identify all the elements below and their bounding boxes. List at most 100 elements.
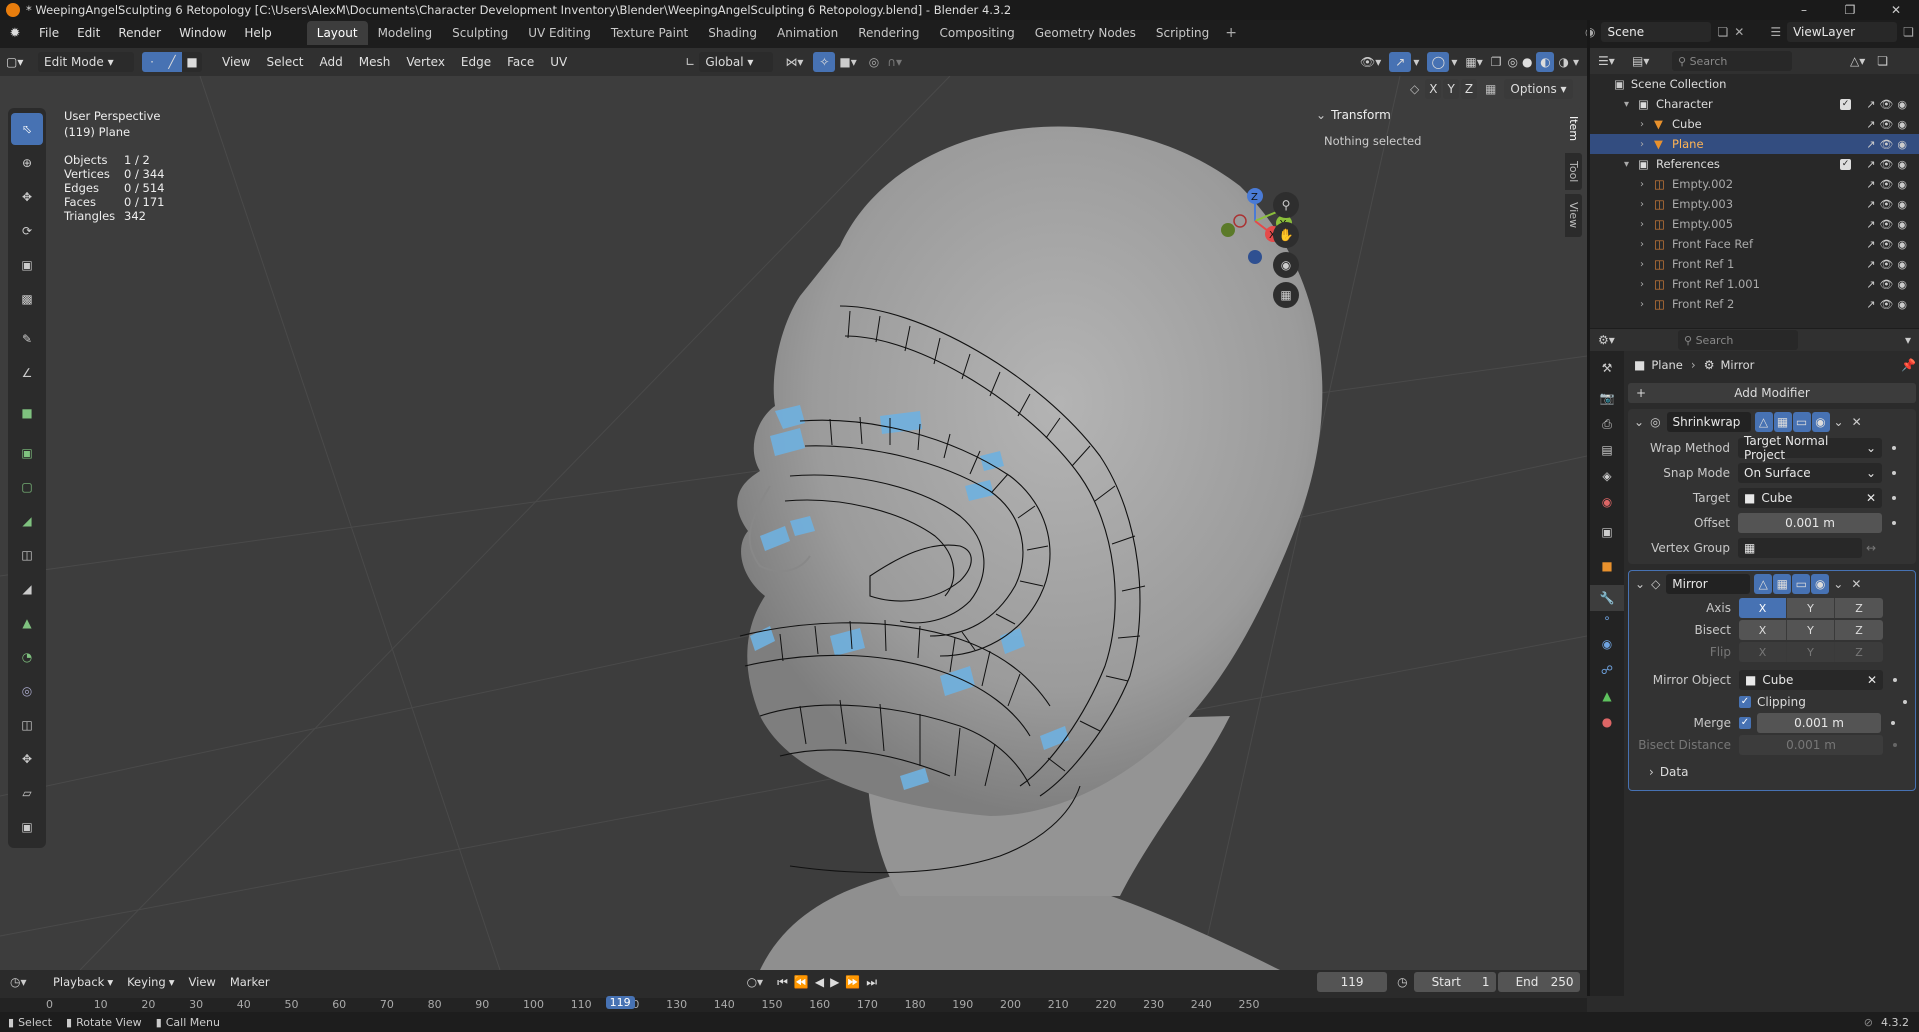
- bisect-z[interactable]: Z: [1835, 620, 1883, 640]
- pin-icon[interactable]: 📌: [1901, 358, 1916, 372]
- jump-keyframe-back-icon[interactable]: ⏪: [794, 975, 809, 989]
- mirror-render-icon[interactable]: ◉: [1811, 574, 1830, 594]
- render-camera-icon[interactable]: ◉: [1897, 258, 1911, 271]
- shrinkwrap-render-icon[interactable]: ◉: [1811, 412, 1830, 432]
- render-tab-icon[interactable]: 📷: [1590, 391, 1624, 417]
- world-tab-icon[interactable]: ◉: [1590, 495, 1624, 521]
- extrude-tool-icon[interactable]: ▣: [11, 437, 43, 469]
- mirror-remove-icon[interactable]: ✕: [1851, 577, 1861, 591]
- axis-z-toggle[interactable]: Z: [1460, 79, 1478, 99]
- move-tool-icon[interactable]: ✥: [11, 181, 43, 213]
- target-keyframe[interactable]: [1892, 495, 1896, 500]
- selectable-icon[interactable]: ↗: [1866, 298, 1879, 311]
- gizmo-toggle-icon[interactable]: ↗: [1389, 52, 1412, 72]
- annotate-tool-icon[interactable]: ✎: [11, 323, 43, 355]
- selectable-icon[interactable]: ↗: [1866, 278, 1879, 291]
- selectable-icon[interactable]: ↗: [1866, 98, 1879, 111]
- jump-keyframe-forward-icon[interactable]: ⏩: [845, 975, 860, 989]
- expand-arrow-icon[interactable]: ›: [1640, 239, 1654, 250]
- display-mode-icon[interactable]: ▤▾: [1632, 54, 1672, 68]
- visibility-eye-icon[interactable]: 👁: [1879, 278, 1897, 291]
- mirror-name-field[interactable]: Mirror: [1666, 574, 1751, 594]
- current-frame-indicator[interactable]: 119: [605, 996, 635, 1009]
- tab-texture-paint[interactable]: Texture Paint: [601, 21, 698, 45]
- render-camera-icon[interactable]: ◉: [1897, 198, 1911, 211]
- mirror-menu-icon[interactable]: ⌄: [1833, 577, 1843, 591]
- outliner-item-empty-003[interactable]: › ◫ Empty.003 ↗👁◉: [1590, 194, 1919, 214]
- bisect-y[interactable]: Y: [1787, 620, 1835, 640]
- overlay-toggle-icon[interactable]: ◯: [1427, 52, 1450, 72]
- render-camera-icon[interactable]: ◉: [1897, 158, 1911, 171]
- delete-scene-icon[interactable]: ✕: [1734, 25, 1744, 39]
- mirror-axis-y[interactable]: Y: [1787, 598, 1835, 618]
- exclude-checkbox[interactable]: ✓: [1840, 98, 1851, 110]
- clear-target-icon[interactable]: ✕: [1866, 491, 1876, 505]
- exclude-checkbox[interactable]: ✓: [1840, 158, 1851, 170]
- jump-end-icon[interactable]: ⏭: [866, 975, 877, 990]
- visibility-icon[interactable]: 👁▾: [1360, 55, 1381, 69]
- shrinkwrap-viewport-icon[interactable]: ▭: [1792, 412, 1811, 432]
- scale-tool-icon[interactable]: ▣: [11, 249, 43, 281]
- render-camera-icon[interactable]: ◉: [1897, 278, 1911, 291]
- pivot-icon[interactable]: ⋈▾: [785, 55, 803, 69]
- tab-modeling[interactable]: Modeling: [368, 21, 443, 45]
- end-frame-field[interactable]: End 250: [1497, 972, 1580, 992]
- expand-arrow-icon[interactable]: ›: [1640, 179, 1654, 190]
- outliner-item-empty-002[interactable]: › ◫ Empty.002 ↗👁◉: [1590, 174, 1919, 194]
- pan-hand-icon[interactable]: ✋: [1273, 222, 1299, 248]
- transform-title[interactable]: Transform: [1331, 108, 1391, 122]
- play-reverse-icon[interactable]: ◀: [815, 975, 824, 989]
- options-dropdown[interactable]: Options ▾: [1504, 79, 1573, 99]
- tab-rendering[interactable]: Rendering: [848, 21, 929, 45]
- render-camera-icon[interactable]: ◉: [1897, 178, 1911, 191]
- collapse-mirror-icon[interactable]: ⌄: [1635, 577, 1645, 591]
- particles-tab-icon[interactable]: ∘: [1590, 611, 1624, 637]
- visibility-eye-icon[interactable]: 👁: [1879, 258, 1897, 271]
- loop-cut-tool-icon[interactable]: ◫: [11, 539, 43, 571]
- outliner-item-front-ref-1-001[interactable]: › ◫ Front Ref 1.001 ↗👁◉: [1590, 274, 1919, 294]
- clipping-checkbox[interactable]: ✓: [1739, 696, 1751, 708]
- selectable-icon[interactable]: ↗: [1866, 158, 1879, 171]
- expand-arrow-icon[interactable]: ▾: [1624, 99, 1638, 110]
- solid-shading-icon[interactable]: ●: [1522, 55, 1532, 69]
- outliner-item-empty-005[interactable]: › ◫ Empty.005 ↗👁◉: [1590, 214, 1919, 234]
- viewport-menu-face[interactable]: Face: [499, 51, 542, 73]
- render-camera-icon[interactable]: ◉: [1897, 298, 1911, 311]
- menu-edit[interactable]: Edit: [68, 22, 109, 44]
- clipping-keyframe[interactable]: [1903, 700, 1907, 704]
- tab-animation[interactable]: Animation: [767, 21, 848, 45]
- gizmo-dropdown-icon[interactable]: ▾: [1413, 55, 1419, 69]
- jump-start-icon[interactable]: ⏮: [777, 975, 788, 990]
- shrink-fatten-tool-icon[interactable]: ✥: [11, 743, 43, 775]
- new-view-layer-icon[interactable]: ❏: [1903, 25, 1914, 39]
- measure-tool-icon[interactable]: ∠: [11, 357, 43, 389]
- render-camera-icon[interactable]: ◉: [1897, 238, 1911, 251]
- properties-editor-icon[interactable]: ⚙▾: [1598, 333, 1678, 347]
- constraints-tab-icon[interactable]: ☍: [1590, 663, 1624, 689]
- rip-tool-icon[interactable]: ▣: [11, 811, 43, 843]
- snap-mode-keyframe[interactable]: [1892, 470, 1896, 475]
- tab-geometry-nodes[interactable]: Geometry Nodes: [1025, 21, 1146, 45]
- physics-tab-icon[interactable]: ◉: [1590, 637, 1624, 663]
- sidebar-tab-item[interactable]: Item: [1565, 108, 1582, 150]
- tab-layout[interactable]: Layout: [306, 21, 368, 45]
- new-scene-icon[interactable]: ❏: [1717, 25, 1728, 39]
- shrinkwrap-remove-icon[interactable]: ✕: [1852, 415, 1862, 429]
- auto-keying-icon[interactable]: ○▾: [747, 975, 764, 989]
- collapse-arrow-icon[interactable]: ⌄: [1316, 108, 1326, 122]
- object-tab-icon[interactable]: ■: [1590, 559, 1624, 585]
- timeline-menu-view[interactable]: View: [182, 971, 223, 993]
- spin-tool-icon[interactable]: ◔: [11, 641, 43, 673]
- outliner-item-front-face-ref[interactable]: › ◫ Front Face Ref ↗👁◉: [1590, 234, 1919, 254]
- outliner-editor-icon[interactable]: ☰▾: [1598, 54, 1632, 68]
- wrap-method-keyframe[interactable]: [1892, 445, 1896, 450]
- expand-arrow-icon[interactable]: ›: [1640, 119, 1654, 130]
- expand-arrow-icon[interactable]: ▾: [1624, 159, 1638, 170]
- outliner-search[interactable]: ⚲ Search: [1672, 51, 1792, 71]
- view-layer-selector[interactable]: ViewLayer: [1787, 22, 1898, 42]
- clear-mirror-object-icon[interactable]: ✕: [1867, 673, 1877, 687]
- play-icon[interactable]: ▶: [830, 975, 839, 989]
- mesh-overlay-icon[interactable]: ▦▾: [1465, 55, 1482, 69]
- camera-view-icon[interactable]: ◉: [1273, 252, 1299, 278]
- expand-arrow-icon[interactable]: ›: [1640, 219, 1654, 230]
